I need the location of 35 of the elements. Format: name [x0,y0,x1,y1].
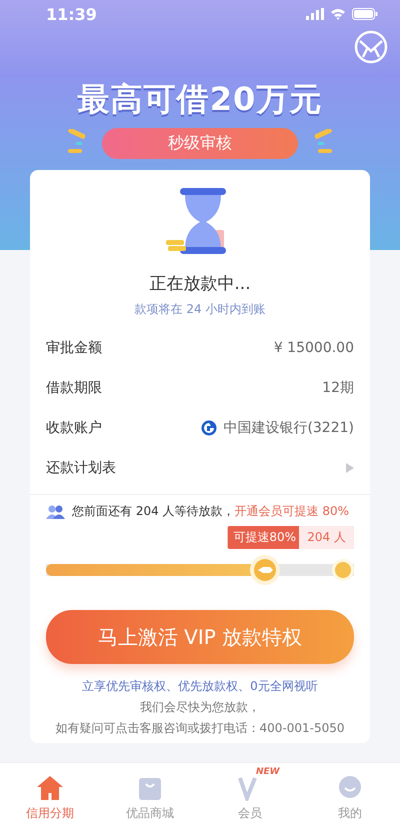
detail-label: 收款账户 [46,419,102,437]
home-icon [36,774,64,800]
new-label: NEW [256,767,280,777]
queue-count-tag: 204 人 [299,526,354,549]
people-icon [46,504,66,520]
detail-value: 中国建设银行(3221) [223,419,354,437]
wifi-icon [330,8,346,20]
nav-tab[interactable]: 信用分期 [0,763,100,832]
detail-label: 审批金额 [46,339,102,357]
note-text: 我们会尽快为您放款， [139,699,261,716]
note-text: 如有疑问可点击客服咨询或拨打电话：400-001-5050 [54,720,346,737]
nav-tab[interactable]: 优品商城 [100,763,200,832]
status-time: 11:39 [46,4,97,24]
detail-label: 借款期限 [46,379,102,397]
status-subtitle: 款项将在 24 小时内到账 [134,301,266,318]
logo-icon [354,30,388,64]
speed-up-tooltip: 可提速80% [227,526,302,549]
nav-tab[interactable]: 我的 [300,763,400,832]
activate-vip-button[interactable]: 马上激活 VIP 放款特权 [46,610,354,664]
bank-logo-icon [201,420,218,436]
battery-icon [352,8,378,20]
nav-tab[interactable]: NEW 会员 [200,763,300,832]
repayment-plan-link[interactable]: 还款计划表 [46,448,354,488]
banner-badge: 秒级审核 [102,128,298,159]
detail-value: 12期 [322,379,354,397]
person-icon [337,774,363,800]
progress-end-dot [332,559,354,581]
detail-value: ¥ 15000.00 [274,340,354,356]
queue-message: 您前面还有 204 人等待放款，开通会员可提速 80% [72,503,350,520]
status-title: 正在放款中... [149,273,251,295]
benefits-text: 立享优先审核权、优先放款权、0元全网视听 [81,678,319,695]
rocket-thumb-icon [248,554,281,586]
signal-icon [306,8,324,20]
banner-headline: 最高可借20万元 [76,79,324,120]
triangle-right-icon [346,463,354,473]
